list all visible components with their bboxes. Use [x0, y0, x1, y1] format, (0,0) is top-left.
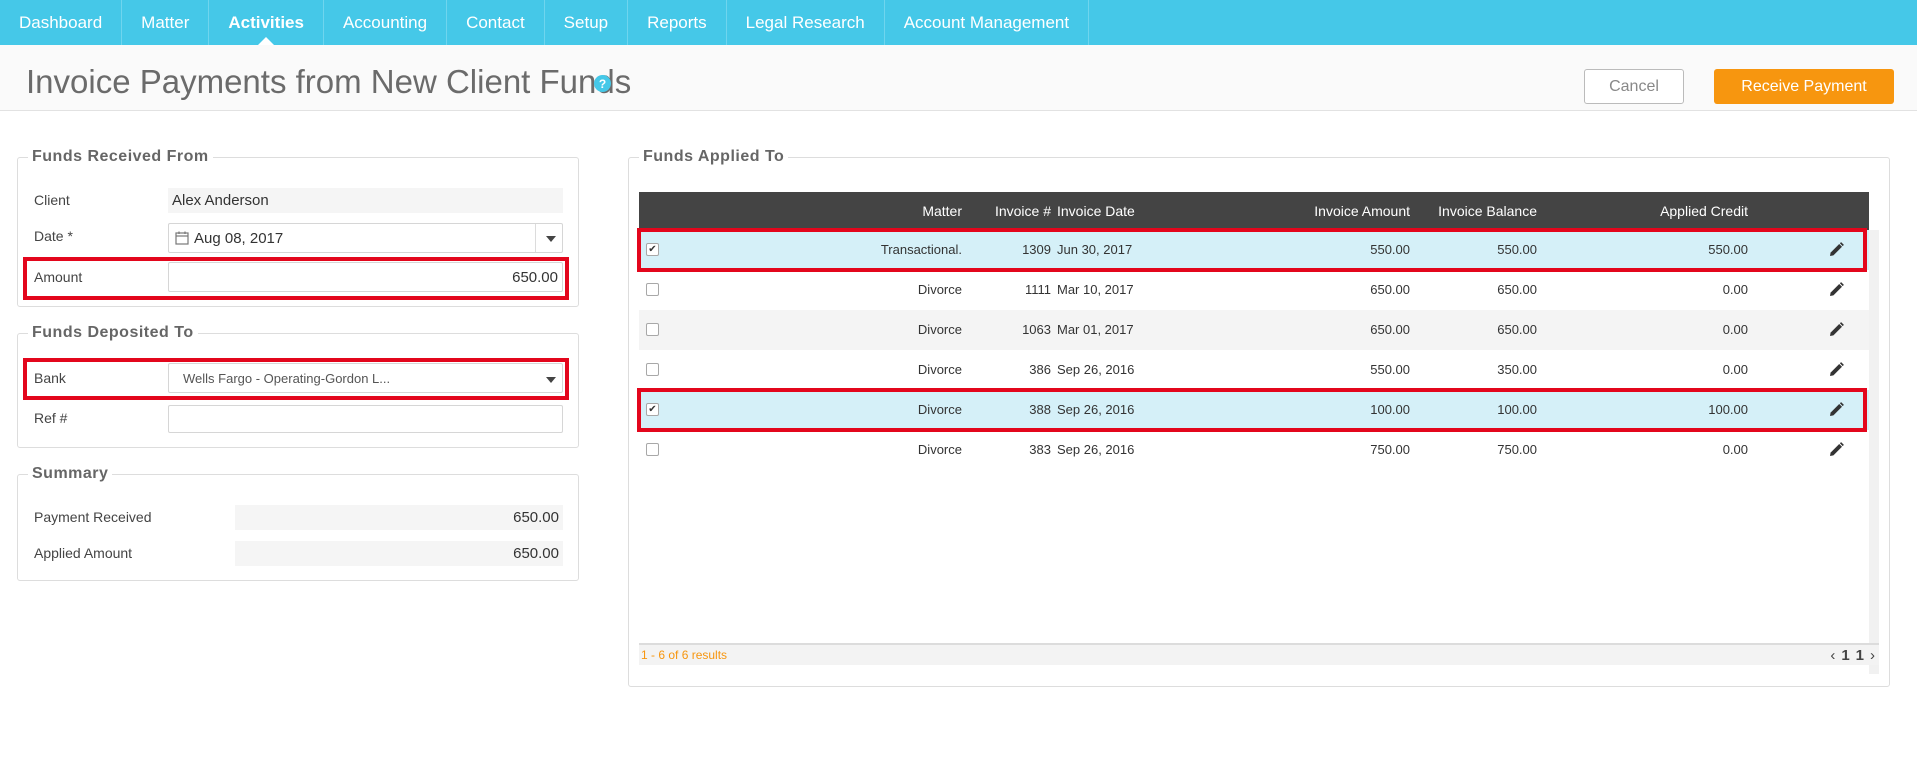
pager-next-icon[interactable]: › — [1870, 647, 1875, 664]
col-matter[interactable]: Matter — [839, 192, 962, 230]
cell-invoice-amount: 650.00 — [1370, 282, 1410, 297]
amount-highlight — [23, 257, 569, 300]
client-value: Alex Anderson — [168, 188, 563, 213]
cell-invoice-date: Sep 26, 2016 — [1057, 362, 1135, 377]
row-checkbox[interactable] — [646, 323, 659, 336]
ref-label: Ref # — [34, 410, 68, 426]
cell-invoice-date: Mar 01, 2017 — [1057, 322, 1134, 337]
date-label: Date * — [34, 228, 73, 244]
summary-legend: Summary — [28, 465, 113, 483]
cell-invoice-no: 1063 — [1022, 322, 1051, 337]
pager-total-pages: 1 — [1855, 646, 1864, 664]
question-circle-icon[interactable]: ? — [594, 75, 611, 92]
nav-legal-research[interactable]: Legal Research — [727, 0, 885, 45]
cell-invoice-balance: 650.00 — [1497, 282, 1537, 297]
results-count: 1 - 6 of 6 results — [641, 648, 728, 662]
col-applied-credit[interactable]: Applied Credit — [1589, 192, 1748, 230]
table-header: Matter Invoice # Invoice Date Invoice Am… — [639, 192, 1869, 230]
calendar-icon — [175, 231, 189, 245]
funds-received-legend: Funds Received From — [28, 148, 213, 166]
top-navigation: Dashboard Matter Activities Accounting C… — [0, 0, 1917, 46]
date-value: Aug 08, 2017 — [194, 229, 284, 247]
col-invoice-date[interactable]: Invoice Date — [1057, 192, 1135, 230]
table-row[interactable]: Divorce 1111 Mar 10, 2017 650.00 650.00 … — [639, 270, 1869, 310]
payment-received-value: 650.00 — [235, 505, 563, 530]
cell-matter: Divorce — [917, 442, 962, 457]
cell-matter: Divorce — [917, 282, 962, 297]
table-footer: 1 - 6 of 6 results ‹ 1 1 › — [639, 643, 1879, 665]
nav-reports[interactable]: Reports — [628, 0, 727, 45]
funds-deposited-legend: Funds Deposited To — [28, 324, 198, 342]
page-title: Invoice Payments from New Client Funds — [26, 63, 632, 100]
col-invoice-amount[interactable]: Invoice Amount — [1239, 192, 1410, 230]
summary-section: Summary Payment Received 650.00 Applied … — [17, 465, 579, 581]
chevron-down-icon[interactable] — [546, 236, 556, 242]
nav-account-management[interactable]: Account Management — [885, 0, 1090, 45]
nav-accounting[interactable]: Accounting — [324, 0, 448, 45]
bank-highlight — [23, 358, 569, 400]
cell-invoice-balance: 350.00 — [1497, 362, 1537, 377]
funds-applied-legend: Funds Applied To — [639, 148, 789, 166]
cell-invoice-balance: 750.00 — [1497, 442, 1537, 457]
date-dropdown-divider — [535, 224, 536, 252]
cell-applied-credit: 0.00 — [1722, 362, 1748, 377]
cell-matter: Divorce — [917, 322, 962, 337]
row-checkbox[interactable] — [646, 363, 659, 376]
page-header: Invoice Payments from New Client Funds ?… — [0, 45, 1917, 111]
cell-invoice-amount: 750.00 — [1370, 442, 1410, 457]
payment-received-label: Payment Received — [34, 509, 152, 525]
selected-row-highlight — [637, 388, 1867, 432]
pager-prev-icon[interactable]: ‹ — [1830, 647, 1835, 664]
row-checkbox[interactable] — [646, 283, 659, 296]
row-checkbox[interactable] — [646, 443, 659, 456]
nav-setup[interactable]: Setup — [545, 0, 629, 45]
cancel-button[interactable]: Cancel — [1584, 69, 1684, 104]
nav-matter[interactable]: Matter — [122, 0, 210, 45]
cell-invoice-amount: 650.00 — [1370, 322, 1410, 337]
ref-input[interactable] — [168, 405, 563, 433]
table-row[interactable]: Divorce 386 Sep 26, 2016 550.00 350.00 0… — [639, 350, 1869, 390]
applied-amount-label: Applied Amount — [34, 545, 133, 561]
pencil-icon[interactable] — [1827, 441, 1845, 459]
table-scrollbar[interactable] — [1869, 230, 1879, 674]
funds-deposited-section: Funds Deposited To Bank Wells Fargo - Op… — [17, 324, 579, 448]
pager: ‹ 1 1 › — [1830, 645, 1875, 665]
cell-invoice-date: Mar 10, 2017 — [1057, 282, 1134, 297]
cell-invoice-date: Sep 26, 2016 — [1057, 442, 1135, 457]
cell-invoice-no: 383 — [1029, 442, 1051, 457]
cell-invoice-no: 386 — [1029, 362, 1051, 377]
cell-matter: Divorce — [917, 362, 962, 377]
pencil-icon[interactable] — [1827, 281, 1845, 299]
pencil-icon[interactable] — [1827, 361, 1845, 379]
cell-applied-credit: 0.00 — [1722, 442, 1748, 457]
applied-amount-value: 650.00 — [235, 541, 563, 566]
pencil-icon[interactable] — [1827, 321, 1845, 339]
funds-received-section: Funds Received From Client Alex Anderson… — [17, 148, 579, 307]
cell-invoice-no: 1111 — [1024, 282, 1051, 297]
nav-contact[interactable]: Contact — [447, 0, 545, 45]
table-row[interactable]: Divorce 1063 Mar 01, 2017 650.00 650.00 … — [639, 310, 1869, 350]
nav-activities[interactable]: Activities — [209, 0, 324, 46]
pager-current-page[interactable]: 1 — [1841, 647, 1849, 664]
invoices-table: Matter Invoice # Invoice Date Invoice Am… — [637, 192, 1879, 674]
col-invoice-balance[interactable]: Invoice Balance — [1419, 192, 1537, 230]
cell-applied-credit: 0.00 — [1722, 282, 1748, 297]
receive-payment-button[interactable]: Receive Payment — [1714, 69, 1894, 104]
nav-dashboard[interactable]: Dashboard — [0, 0, 123, 45]
date-field[interactable]: Aug 08, 2017 — [168, 223, 563, 253]
col-invoice-no[interactable]: Invoice # — [969, 192, 1051, 230]
cell-invoice-balance: 650.00 — [1497, 322, 1537, 337]
cell-applied-credit: 0.00 — [1722, 322, 1748, 337]
client-label: Client — [34, 192, 70, 208]
selected-row-highlight — [637, 228, 1867, 272]
table-row[interactable]: Divorce 383 Sep 26, 2016 750.00 750.00 0… — [639, 430, 1869, 470]
cell-invoice-amount: 550.00 — [1370, 362, 1410, 377]
